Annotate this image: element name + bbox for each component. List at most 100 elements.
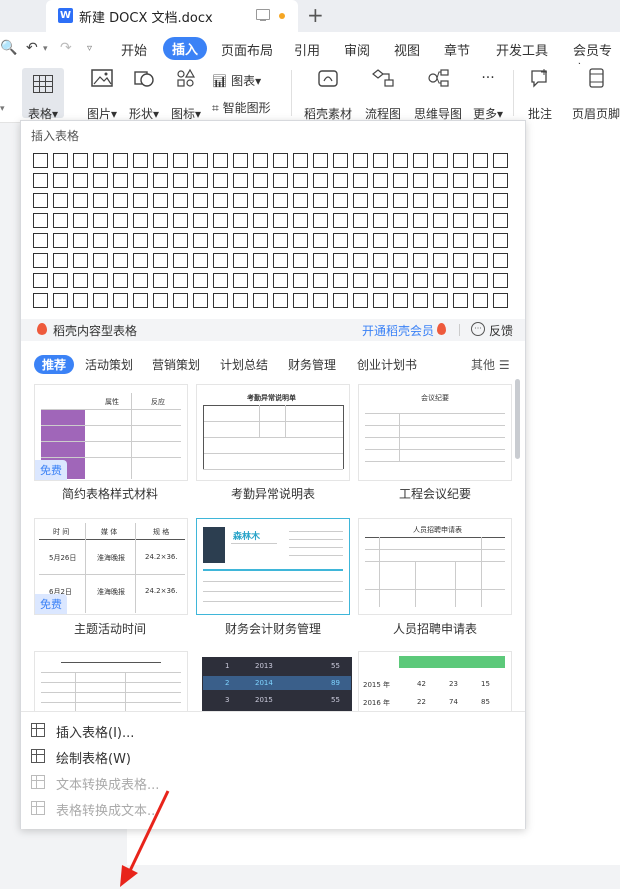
grid-cell[interactable] [493, 293, 508, 308]
smartart-button[interactable]: ⌗ 智能图形 [212, 99, 287, 116]
grid-cell[interactable] [33, 253, 48, 268]
grid-cell[interactable] [53, 253, 68, 268]
template-caption[interactable]: 考勤异常说明表 [193, 485, 353, 502]
text-to-table-menu-item[interactable]: 文本转换成表格... [31, 772, 511, 796]
preview-icon[interactable]: 🔍 [0, 40, 17, 56]
grid-cell[interactable] [253, 193, 268, 208]
grid-cell[interactable] [73, 273, 88, 288]
grid-cell[interactable] [233, 193, 248, 208]
grid-cell[interactable] [193, 193, 208, 208]
grid-cell[interactable] [433, 193, 448, 208]
flowchart-button[interactable]: 流程图 [360, 68, 406, 121]
grid-cell[interactable] [393, 293, 408, 308]
menu-review[interactable]: 审阅 [344, 40, 370, 59]
grid-cell[interactable] [113, 153, 128, 168]
template-card[interactable]: 人员招聘申请表 [358, 518, 512, 615]
grid-cell[interactable] [153, 173, 168, 188]
grid-cell[interactable] [173, 213, 188, 228]
grid-cell[interactable] [433, 213, 448, 228]
grid-cell[interactable] [293, 233, 308, 248]
template-card[interactable]: 时 间 媒 体 规 格 5月26日 淮海晚报 24.2×36. 6月2日 淮海晚… [34, 518, 188, 615]
grid-cell[interactable] [333, 273, 348, 288]
grid-cell[interactable] [313, 233, 328, 248]
grid-cell[interactable] [313, 153, 328, 168]
template-caption[interactable]: 主题活动时间 [30, 620, 190, 637]
grid-cell[interactable] [153, 213, 168, 228]
grid-cell[interactable] [253, 253, 268, 268]
grid-cell[interactable] [293, 213, 308, 228]
draw-table-menu-item[interactable]: 绘制表格(W) [31, 746, 511, 770]
grid-cell[interactable] [173, 193, 188, 208]
template-card[interactable] [34, 651, 188, 713]
category-business-plan[interactable]: 创业计划书 [357, 356, 417, 373]
grid-cell[interactable] [473, 173, 488, 188]
grid-cell[interactable] [333, 293, 348, 308]
grid-cell[interactable] [93, 273, 108, 288]
grid-cell[interactable] [473, 233, 488, 248]
undo-icon[interactable]: ↶ [26, 40, 38, 56]
grid-cell[interactable] [473, 193, 488, 208]
template-caption[interactable]: 简约表格样式材料 [30, 485, 190, 502]
grid-cell[interactable] [273, 233, 288, 248]
grid-cell[interactable] [493, 193, 508, 208]
template-card[interactable]: 材料 属性 反应 免费 [34, 384, 188, 481]
grid-cell[interactable] [393, 233, 408, 248]
grid-cell[interactable] [493, 153, 508, 168]
grid-cell[interactable] [113, 173, 128, 188]
grid-cell[interactable] [393, 253, 408, 268]
grid-cell[interactable] [273, 193, 288, 208]
grid-cell[interactable] [33, 213, 48, 228]
grid-cell[interactable] [373, 193, 388, 208]
grid-cell[interactable] [53, 293, 68, 308]
grid-cell[interactable] [293, 253, 308, 268]
grid-cell[interactable] [413, 293, 428, 308]
document-tab[interactable]: W 新建 DOCX 文档.docx [46, 0, 298, 32]
grid-cell[interactable] [293, 193, 308, 208]
grid-cell[interactable] [213, 153, 228, 168]
new-tab-button[interactable]: + [307, 3, 324, 27]
grid-cell[interactable] [393, 213, 408, 228]
grid-cell[interactable] [373, 253, 388, 268]
grid-cell[interactable] [73, 153, 88, 168]
comment-button[interactable]: 批注 [520, 68, 560, 121]
grid-cell[interactable] [73, 293, 88, 308]
grid-cell[interactable] [313, 253, 328, 268]
grid-cell[interactable] [133, 153, 148, 168]
grid-cell[interactable] [453, 233, 468, 248]
grid-cell[interactable] [253, 213, 268, 228]
template-card[interactable]: 1 2013 55 2 2014 89 3 2015 55 [202, 657, 352, 713]
grid-cell[interactable] [333, 253, 348, 268]
picture-button[interactable]: 图片▾ [80, 68, 124, 121]
grid-cell[interactable] [73, 213, 88, 228]
grid-cell[interactable] [313, 273, 328, 288]
grid-cell[interactable] [113, 213, 128, 228]
grid-cell[interactable] [393, 153, 408, 168]
grid-cell[interactable] [433, 233, 448, 248]
grid-cell[interactable] [233, 173, 248, 188]
grid-cell[interactable] [373, 233, 388, 248]
grid-cell[interactable] [233, 233, 248, 248]
grid-cell[interactable] [293, 173, 308, 188]
more-button[interactable]: ··· 更多▾ [468, 68, 508, 121]
grid-cell[interactable] [253, 173, 268, 188]
grid-cell[interactable] [353, 153, 368, 168]
grid-cell[interactable] [433, 173, 448, 188]
grid-cell[interactable] [153, 273, 168, 288]
grid-cell[interactable] [133, 213, 148, 228]
menu-section[interactable]: 章节 [444, 40, 470, 59]
grid-cell[interactable] [233, 273, 248, 288]
grid-cell[interactable] [53, 153, 68, 168]
grid-cell[interactable] [213, 173, 228, 188]
grid-cell[interactable] [193, 173, 208, 188]
menu-page-layout[interactable]: 页面布局 [221, 40, 273, 59]
grid-cell[interactable] [33, 173, 48, 188]
template-caption[interactable]: 财务会计财务管理 [193, 620, 353, 637]
grid-cell[interactable] [353, 213, 368, 228]
grid-cell[interactable] [333, 173, 348, 188]
grid-cell[interactable] [453, 193, 468, 208]
grid-cell[interactable] [373, 173, 388, 188]
grid-cell[interactable] [53, 273, 68, 288]
grid-cell[interactable] [193, 213, 208, 228]
category-finance[interactable]: 财务管理 [288, 356, 336, 373]
grid-cell[interactable] [433, 293, 448, 308]
